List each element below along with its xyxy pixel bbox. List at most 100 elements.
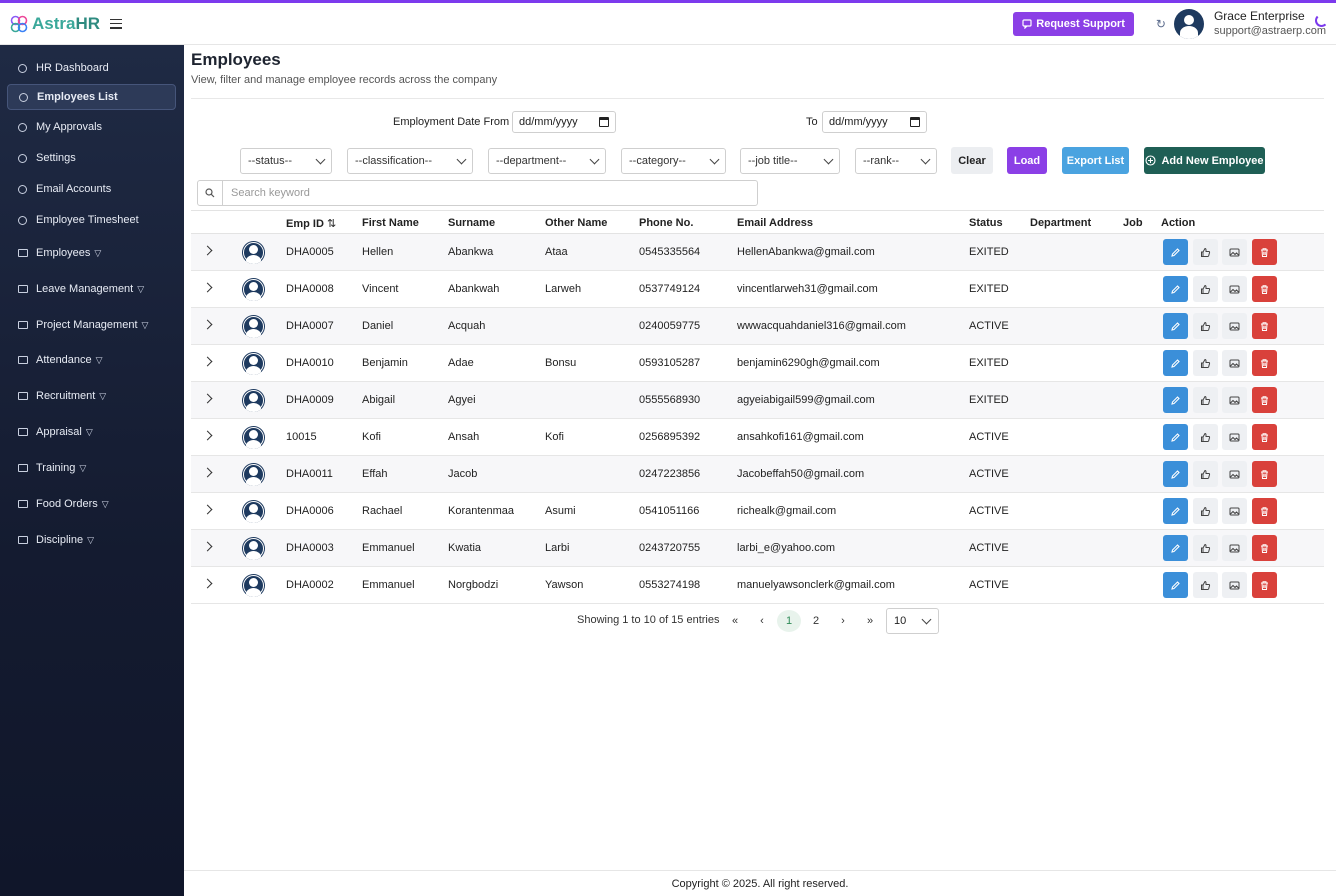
employee-avatar[interactable] xyxy=(242,463,265,486)
photo-button[interactable] xyxy=(1222,276,1247,302)
page-first-button[interactable]: « xyxy=(723,610,747,632)
category-select[interactable]: --category-- xyxy=(621,148,726,174)
page-2-button[interactable]: 2 xyxy=(804,610,828,632)
sidebar-item-training[interactable]: Training ▽ xyxy=(7,455,176,481)
chevron-right-icon[interactable] xyxy=(202,319,213,330)
approve-button[interactable] xyxy=(1193,461,1218,487)
sort-icon[interactable]: ⇅ xyxy=(327,218,336,230)
employee-avatar[interactable] xyxy=(242,574,265,597)
brand-logo[interactable]: AstraHR xyxy=(10,14,100,34)
delete-button[interactable] xyxy=(1252,276,1277,302)
sidebar-item-hr-dashboard[interactable]: HR Dashboard xyxy=(7,55,176,81)
delete-button[interactable] xyxy=(1252,313,1277,339)
search-box[interactable]: Search keyword xyxy=(197,180,758,206)
employee-avatar[interactable] xyxy=(242,426,265,449)
search-input[interactable]: Search keyword xyxy=(223,181,310,205)
col-emp-id[interactable]: Emp ID ⇅ xyxy=(286,217,336,230)
approve-button[interactable] xyxy=(1193,535,1218,561)
delete-button[interactable] xyxy=(1252,239,1277,265)
sidebar-item-employees-list[interactable]: Employees List xyxy=(7,84,176,110)
edit-button[interactable] xyxy=(1163,498,1188,524)
department-select[interactable]: --department-- xyxy=(488,148,606,174)
sidebar-item-email-accounts[interactable]: Email Accounts xyxy=(7,176,176,202)
employee-avatar[interactable] xyxy=(242,389,265,412)
employee-avatar[interactable] xyxy=(242,500,265,523)
sidebar-item-employees[interactable]: Employees ▽ xyxy=(7,240,176,266)
chevron-right-icon[interactable] xyxy=(202,430,213,441)
sidebar-item-employee-timesheet[interactable]: Employee Timesheet xyxy=(7,207,176,233)
approve-button[interactable] xyxy=(1193,387,1218,413)
chevron-right-icon[interactable] xyxy=(202,245,213,256)
calendar-icon[interactable] xyxy=(910,117,920,127)
photo-button[interactable] xyxy=(1222,350,1247,376)
sidebar-item-food-orders[interactable]: Food Orders ▽ xyxy=(7,491,176,517)
sidebar-item-settings[interactable]: Settings xyxy=(7,145,176,171)
chevron-right-icon[interactable] xyxy=(202,282,213,293)
sidebar-item-recruitment[interactable]: Recruitment ▽ xyxy=(7,383,176,409)
edit-button[interactable] xyxy=(1163,313,1188,339)
edit-button[interactable] xyxy=(1163,461,1188,487)
photo-button[interactable] xyxy=(1222,535,1247,561)
chevron-right-icon[interactable] xyxy=(202,467,213,478)
photo-button[interactable] xyxy=(1222,313,1247,339)
rank-select[interactable]: --rank-- xyxy=(855,148,937,174)
status-select[interactable]: --status-- xyxy=(240,148,332,174)
employee-avatar[interactable] xyxy=(242,537,265,560)
approve-button[interactable] xyxy=(1193,350,1218,376)
approve-button[interactable] xyxy=(1193,239,1218,265)
edit-button[interactable] xyxy=(1163,387,1188,413)
chevron-right-icon[interactable] xyxy=(202,356,213,367)
export-list-button[interactable]: Export List xyxy=(1062,147,1129,174)
sidebar-item-discipline[interactable]: Discipline ▽ xyxy=(7,527,176,553)
employee-avatar[interactable] xyxy=(242,315,265,338)
photo-button[interactable] xyxy=(1222,572,1247,598)
approve-button[interactable] xyxy=(1193,313,1218,339)
delete-button[interactable] xyxy=(1252,387,1277,413)
date-to-input[interactable]: dd/mm/yyyy xyxy=(822,111,927,133)
employee-avatar[interactable] xyxy=(242,278,265,301)
chevron-right-icon[interactable] xyxy=(202,541,213,552)
add-new-employee-button[interactable]: Add New Employee xyxy=(1144,147,1265,174)
sidebar-item-project-management[interactable]: Project Management ▽ xyxy=(7,312,176,338)
chevron-right-icon[interactable] xyxy=(202,504,213,515)
approve-button[interactable] xyxy=(1193,276,1218,302)
edit-button[interactable] xyxy=(1163,424,1188,450)
page-size-select[interactable]: 10 xyxy=(886,608,939,634)
photo-button[interactable] xyxy=(1222,239,1247,265)
sidebar-item-leave-management[interactable]: Leave Management ▽ xyxy=(7,276,176,302)
employee-avatar[interactable] xyxy=(242,241,265,264)
photo-button[interactable] xyxy=(1222,461,1247,487)
user-info[interactable]: Grace Enterprise support@astraerp.com xyxy=(1214,9,1326,39)
request-support-button[interactable]: Request Support xyxy=(1013,11,1134,36)
delete-button[interactable] xyxy=(1252,461,1277,487)
page-1-button[interactable]: 1 xyxy=(777,610,801,632)
page-last-button[interactable]: » xyxy=(858,610,882,632)
page-next-button[interactable]: › xyxy=(831,610,855,632)
delete-button[interactable] xyxy=(1252,498,1277,524)
edit-button[interactable] xyxy=(1163,535,1188,561)
calendar-icon[interactable] xyxy=(599,117,609,127)
photo-button[interactable] xyxy=(1222,498,1247,524)
chevron-right-icon[interactable] xyxy=(202,578,213,589)
employee-avatar[interactable] xyxy=(242,352,265,375)
edit-button[interactable] xyxy=(1163,350,1188,376)
refresh-icon[interactable]: ↻ xyxy=(1156,17,1166,31)
sidebar-item-my-approvals[interactable]: My Approvals xyxy=(7,114,176,140)
date-from-input[interactable]: dd/mm/yyyy xyxy=(512,111,616,133)
edit-button[interactable] xyxy=(1163,239,1188,265)
delete-button[interactable] xyxy=(1252,350,1277,376)
user-avatar[interactable] xyxy=(1173,8,1204,39)
approve-button[interactable] xyxy=(1193,498,1218,524)
approve-button[interactable] xyxy=(1193,424,1218,450)
menu-toggle-icon[interactable] xyxy=(110,18,123,29)
photo-button[interactable] xyxy=(1222,387,1247,413)
edit-button[interactable] xyxy=(1163,572,1188,598)
delete-button[interactable] xyxy=(1252,572,1277,598)
edit-button[interactable] xyxy=(1163,276,1188,302)
delete-button[interactable] xyxy=(1252,424,1277,450)
sidebar-item-appraisal[interactable]: Appraisal ▽ xyxy=(7,419,176,445)
chevron-right-icon[interactable] xyxy=(202,393,213,404)
job-title-select[interactable]: --job title-- xyxy=(740,148,840,174)
page-prev-button[interactable]: ‹ xyxy=(750,610,774,632)
approve-button[interactable] xyxy=(1193,572,1218,598)
